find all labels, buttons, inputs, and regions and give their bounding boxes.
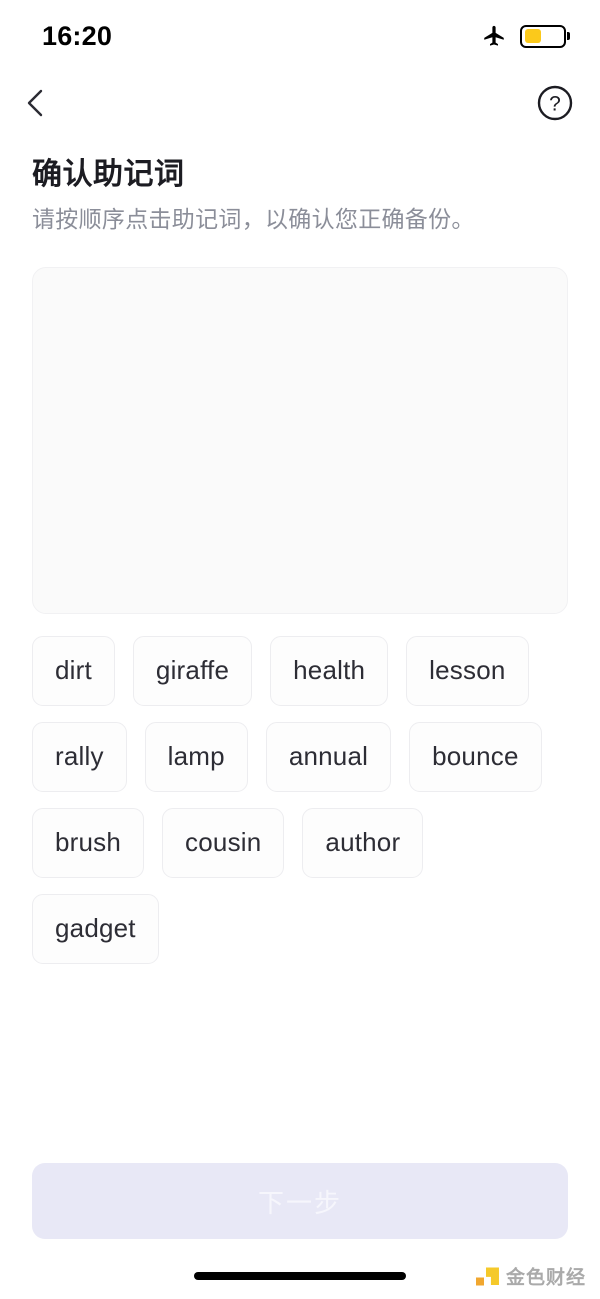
footer: 下一步 xyxy=(0,1163,600,1239)
chevron-left-icon xyxy=(27,89,43,117)
status-indicators xyxy=(481,23,566,49)
question-mark-circle-icon: ? xyxy=(537,85,573,121)
status-time: 16:20 xyxy=(42,20,113,51)
word-chip[interactable]: brush xyxy=(32,807,145,878)
battery-fill xyxy=(524,29,542,43)
status-bar: 16:20 xyxy=(0,0,600,72)
watermark: 金色财经 xyxy=(475,1263,586,1290)
word-chip[interactable]: dirt xyxy=(32,635,115,706)
word-chip[interactable]: bounce xyxy=(409,721,542,792)
word-chip[interactable]: gadget xyxy=(32,893,159,964)
app-screen: 16:20 ? 确认助记词 请按顺序点击助记词，以确认您正确备份。 dirt g… xyxy=(0,0,600,1299)
next-button[interactable]: 下一步 xyxy=(32,1163,568,1239)
back-button[interactable] xyxy=(22,81,66,125)
watermark-square-a xyxy=(475,1277,484,1285)
bottom-bar: 金色财经 xyxy=(0,1253,600,1299)
word-bank: dirt giraffe health lesson rally lamp annual bo… xyxy=(32,635,568,964)
watermark-logo-icon xyxy=(475,1267,499,1285)
word-chip[interactable]: author xyxy=(302,807,424,878)
battery-icon xyxy=(520,24,566,48)
selected-words-panel[interactable] xyxy=(32,266,568,614)
word-chip[interactable]: lamp xyxy=(144,721,248,792)
watermark-text: 金色财经 xyxy=(505,1267,586,1289)
word-chip[interactable]: annual xyxy=(265,721,392,792)
help-button[interactable]: ? xyxy=(530,81,574,125)
home-indicator[interactable] xyxy=(194,1272,406,1280)
page-subtitle: 请按顺序点击助记词，以确认您正确备份。 xyxy=(32,205,475,232)
navigation-bar: ? xyxy=(0,72,600,134)
airplane-mode-icon xyxy=(484,25,504,46)
watermark-square-b xyxy=(485,1267,499,1285)
word-chip[interactable]: lesson xyxy=(406,635,529,706)
svg-text:?: ? xyxy=(549,93,561,116)
header-block: 确认助记词 请按顺序点击助记词，以确认您正确备份。 xyxy=(0,134,600,235)
word-chip[interactable]: cousin xyxy=(162,807,285,878)
page-title: 确认助记词 xyxy=(32,158,185,191)
word-chip[interactable]: health xyxy=(270,635,389,706)
word-chip[interactable]: rally xyxy=(32,721,127,792)
word-chip[interactable]: giraffe xyxy=(132,635,253,706)
